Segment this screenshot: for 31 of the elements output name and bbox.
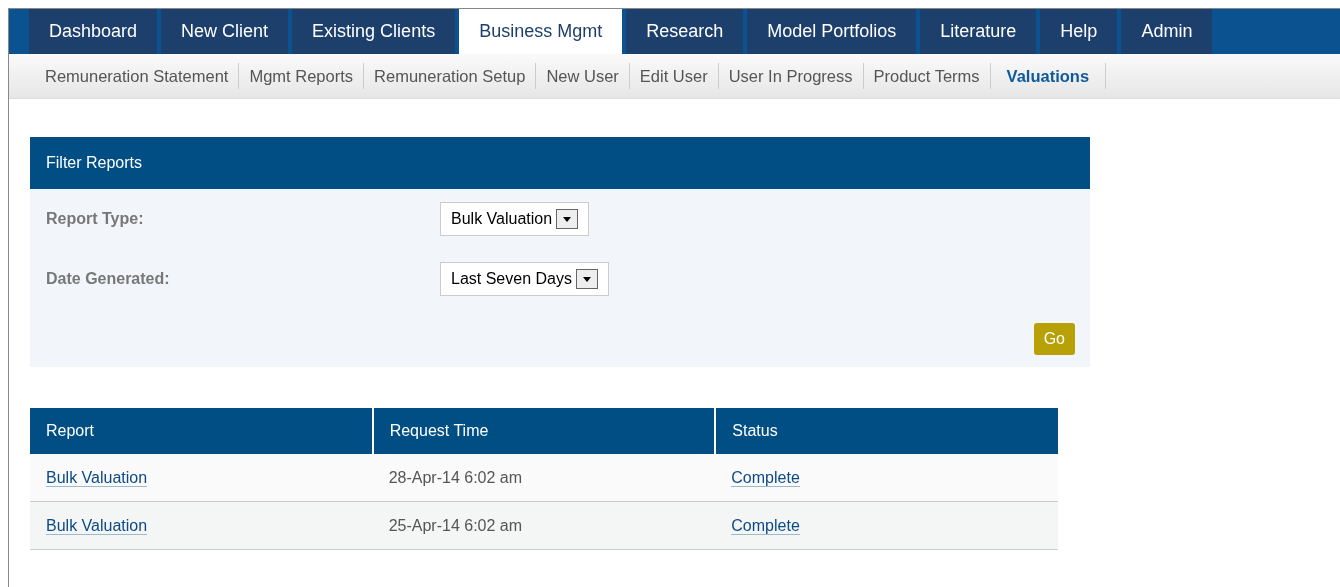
- table-link[interactable]: Complete: [731, 468, 800, 487]
- dropdown[interactable]: Last Seven Days: [440, 262, 609, 296]
- field-label: Report Type:: [46, 210, 145, 228]
- sub-nav-link[interactable]: Mgmt Reports: [239, 63, 365, 89]
- table-link[interactable]: Complete: [731, 516, 800, 535]
- column-header: Status: [715, 408, 1058, 454]
- table-link[interactable]: Bulk Valuation: [46, 516, 148, 535]
- panel-title: Filter Reports: [46, 154, 143, 172]
- nav-tab[interactable]: Business Mgmt: [459, 9, 623, 54]
- sub-nav-link[interactable]: User In Progress: [718, 63, 864, 89]
- table-cell: 25-Apr-14 6:02 am: [388, 516, 523, 534]
- nav-tab[interactable]: Dashboard: [29, 9, 158, 54]
- nav-tab[interactable]: Admin: [1121, 9, 1213, 54]
- sub-nav-link[interactable]: Product Terms: [863, 63, 991, 89]
- nav-tab[interactable]: Help: [1040, 9, 1118, 54]
- dropdown[interactable]: Bulk Valuation: [440, 202, 590, 236]
- nav-tab[interactable]: New Client: [161, 9, 289, 54]
- column-header: Request Time: [372, 408, 716, 454]
- nav-tab[interactable]: Literature: [920, 9, 1037, 54]
- table-link[interactable]: Bulk Valuation: [46, 468, 148, 487]
- sub-nav-link[interactable]: Remuneration Setup: [364, 63, 537, 89]
- sub-nav-link[interactable]: Valuations: [990, 63, 1107, 89]
- nav-tab[interactable]: Existing Clients: [292, 9, 456, 54]
- table-cell: 28-Apr-14 6:02 am: [388, 468, 523, 486]
- sub-nav-link[interactable]: New User: [536, 63, 630, 89]
- nav-tab[interactable]: Research: [626, 9, 744, 54]
- sub-nav-link[interactable]: Remuneration Statement: [35, 63, 240, 89]
- nav-tab[interactable]: Model Portfolios: [747, 9, 917, 54]
- column-header: Report: [30, 408, 373, 454]
- sub-nav-link[interactable]: Edit User: [629, 63, 719, 89]
- field-label: Date Generated:: [46, 270, 171, 288]
